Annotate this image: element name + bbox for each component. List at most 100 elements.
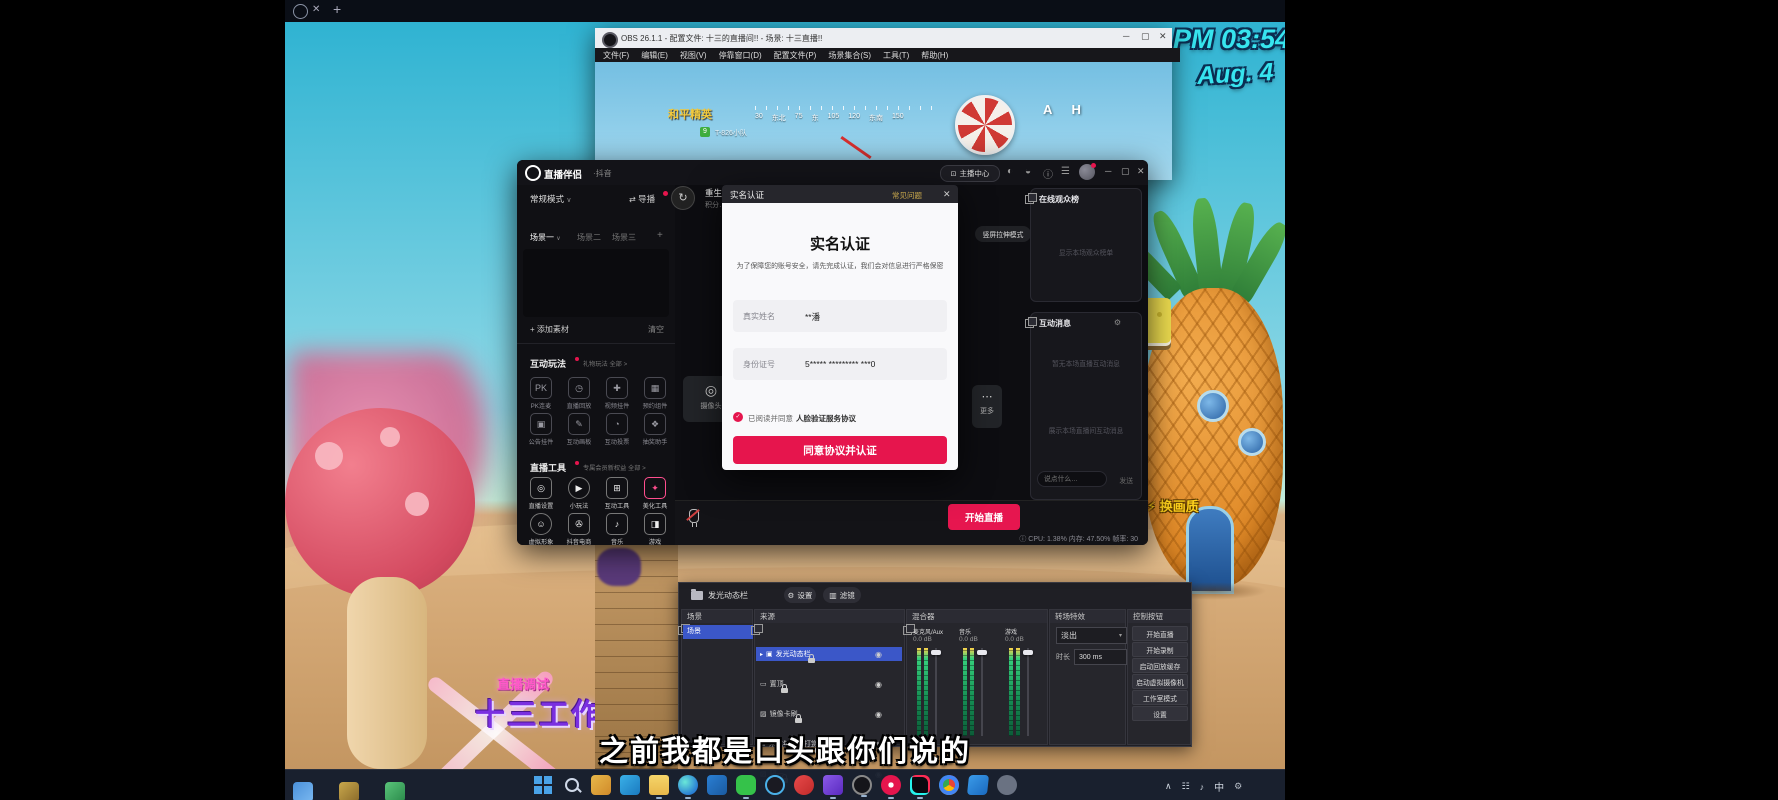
start-button[interactable] bbox=[533, 775, 553, 795]
interact-item-lottery[interactable]: ❖抽奖助手 bbox=[639, 413, 671, 446]
tool-item-interact-tools[interactable]: ⊞互动工具 bbox=[601, 477, 633, 510]
clear-button[interactable]: 清空 bbox=[648, 324, 664, 335]
interact-item-draw[interactable]: ✎互动画板 bbox=[563, 413, 595, 446]
obs-menu-view[interactable]: 视图(V) bbox=[680, 50, 707, 61]
source-row[interactable]: ▨ 镜像卡刷 bbox=[756, 707, 902, 721]
volume-icon[interactable]: ♪ bbox=[1200, 782, 1205, 792]
vscode-icon[interactable] bbox=[967, 775, 989, 795]
popout-icon[interactable] bbox=[751, 626, 760, 635]
send-button[interactable]: 发送 bbox=[1119, 475, 1133, 485]
volume-slider-track[interactable] bbox=[935, 648, 937, 736]
expand-icon[interactable] bbox=[760, 651, 763, 658]
tray-settings-icon[interactable] bbox=[1234, 781, 1242, 792]
transition-select[interactable]: 淡出 bbox=[1056, 627, 1127, 644]
wechat-icon[interactable] bbox=[736, 775, 756, 795]
start-recording-button[interactable]: 开始录制 bbox=[1132, 642, 1188, 657]
obs-menu-help[interactable]: 帮助(H) bbox=[921, 50, 948, 61]
chrome-icon[interactable] bbox=[939, 775, 959, 795]
director-button[interactable]: 导播 bbox=[629, 193, 655, 205]
id-field[interactable]: 身份证号 5***** ********* ***0 bbox=[733, 348, 947, 380]
source-row[interactable]: ▭ 置顶 bbox=[756, 677, 902, 691]
add-scene-icon[interactable] bbox=[657, 230, 663, 241]
quality-toggle[interactable]: 换画质 bbox=[1147, 496, 1199, 515]
obs-taskbar-icon[interactable] bbox=[852, 775, 872, 795]
modal-close-icon[interactable] bbox=[943, 189, 951, 200]
taskbar-widget-icon[interactable] bbox=[293, 782, 313, 800]
obs-minimize-icon[interactable] bbox=[1123, 31, 1129, 41]
virtual-camera-button[interactable]: 启动虚拟摄像机 bbox=[1132, 674, 1188, 689]
scene-tab-1[interactable]: 场景一 bbox=[530, 232, 561, 243]
volume-slider-knob[interactable] bbox=[977, 650, 987, 655]
settings-taskbar-icon[interactable] bbox=[997, 775, 1017, 795]
visibility-icon[interactable] bbox=[875, 680, 882, 689]
interact-item-widget[interactable]: ✚视频挂件 bbox=[601, 377, 633, 410]
duration-spinbox[interactable]: 300 ms bbox=[1074, 649, 1127, 665]
interact-item-notice[interactable]: ▣公告挂件 bbox=[525, 413, 557, 446]
tool-item-vtuber[interactable]: ☺虚拟形象 bbox=[525, 513, 557, 545]
mode-selector[interactable]: 常规模式 bbox=[530, 193, 572, 205]
visibility-icon[interactable] bbox=[875, 650, 882, 659]
tool-item-game[interactable]: ◨游戏 bbox=[639, 513, 671, 545]
lock-icon[interactable] bbox=[795, 718, 802, 723]
tool-item-minigame[interactable]: ▶小玩法 bbox=[563, 477, 595, 510]
add-material-button[interactable]: 添加素材 bbox=[530, 324, 569, 335]
photos-icon[interactable] bbox=[591, 775, 611, 795]
obs-menu-docks[interactable]: 停靠窗口(D) bbox=[719, 50, 762, 61]
obs-settings-button[interactable]: 设置 bbox=[1132, 706, 1188, 721]
tools-section-link[interactable]: 专属会员新权益 全部 > bbox=[583, 463, 646, 472]
popout-icon[interactable] bbox=[1025, 195, 1034, 204]
visibility-icon[interactable] bbox=[875, 710, 882, 719]
qq-icon[interactable] bbox=[765, 775, 785, 795]
volume-slider-knob[interactable] bbox=[931, 650, 941, 655]
refresh-button[interactable] bbox=[671, 186, 695, 210]
lc-maximize-icon[interactable] bbox=[1121, 166, 1130, 177]
obs-menu-scene-collection[interactable]: 场景集合(S) bbox=[828, 50, 871, 61]
scene-tab-2[interactable]: 场景二 bbox=[577, 232, 601, 243]
replay-buffer-button[interactable]: 启动回放缓存 bbox=[1132, 658, 1188, 673]
volume-slider-track[interactable] bbox=[1027, 648, 1029, 736]
interact-section-link[interactable]: 礼物玩法 全部 > bbox=[583, 359, 627, 368]
source-settings-button[interactable]: 设置 bbox=[784, 587, 816, 603]
feedback-icon[interactable] bbox=[1025, 166, 1031, 177]
taskbar-pinned-icon[interactable] bbox=[339, 782, 359, 800]
gear-icon[interactable] bbox=[1114, 318, 1121, 327]
obs-titlebar[interactable]: OBS 26.1.1 - 配置文件: 十三的直播间!! - 场景: 十三直播!! bbox=[595, 28, 1172, 48]
lock-icon[interactable] bbox=[781, 688, 788, 693]
popout-icon[interactable] bbox=[1025, 319, 1034, 328]
lc-close-icon[interactable] bbox=[1137, 166, 1145, 177]
tool-item-music[interactable]: ♪音乐 bbox=[601, 513, 633, 545]
douyin-icon[interactable] bbox=[910, 775, 930, 795]
obs-menu-tools[interactable]: 工具(T) bbox=[883, 50, 909, 61]
more-button[interactable]: 更多 bbox=[972, 385, 1002, 428]
edge-browser-icon[interactable] bbox=[678, 775, 698, 795]
interact-item-vote[interactable]: ◔互动投票 bbox=[601, 413, 633, 446]
store-icon[interactable] bbox=[707, 775, 727, 795]
taskbar-pinned-icon-2[interactable] bbox=[385, 782, 405, 800]
faq-link[interactable]: 常见问题 bbox=[892, 190, 922, 201]
volume-slider-track[interactable] bbox=[981, 648, 983, 736]
new-tab-icon[interactable] bbox=[333, 1, 341, 17]
tab-close-icon[interactable] bbox=[312, 4, 320, 15]
hamburger-icon[interactable] bbox=[1061, 166, 1070, 177]
ime-indicator[interactable]: 中 bbox=[1214, 779, 1224, 794]
lc-minimize-icon[interactable] bbox=[1105, 166, 1111, 176]
obs-menu-file[interactable]: 文件(F) bbox=[603, 50, 629, 61]
theme-icon[interactable] bbox=[1007, 166, 1013, 177]
obs-close-icon[interactable] bbox=[1159, 31, 1167, 42]
obs-menu-edit[interactable]: 编辑(E) bbox=[641, 50, 668, 61]
volume-slider-knob[interactable] bbox=[1023, 650, 1033, 655]
info-icon[interactable] bbox=[1043, 166, 1053, 181]
start-live-button[interactable]: 开始直播 bbox=[948, 504, 1020, 530]
name-field[interactable]: 真实姓名 **潘 bbox=[733, 300, 947, 332]
studio-mode-button[interactable]: 工作室模式 bbox=[1132, 690, 1188, 705]
tool-item-beautify[interactable]: ✦美化工具 bbox=[639, 477, 671, 510]
interact-item-booking[interactable]: ▦预约组件 bbox=[639, 377, 671, 410]
lock-icon[interactable] bbox=[808, 658, 815, 663]
obs-maximize-icon[interactable] bbox=[1141, 31, 1150, 42]
source-row[interactable]: ▣ 发光动态栏 bbox=[756, 647, 902, 661]
scene-row[interactable]: 场景 bbox=[683, 625, 753, 639]
file-explorer-icon[interactable] bbox=[649, 775, 669, 795]
source-filters-button[interactable]: ▥滤镜 bbox=[823, 587, 861, 603]
mail-icon[interactable] bbox=[620, 775, 640, 795]
tool-item-live-settings[interactable]: ◎直播设置 bbox=[525, 477, 557, 510]
